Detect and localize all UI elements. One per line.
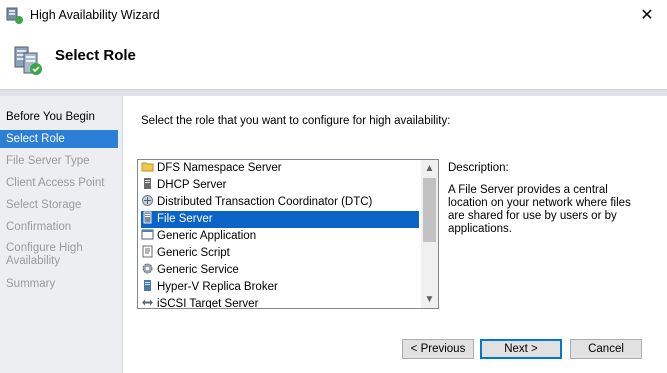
step-before-you-begin[interactable]: Before You Begin xyxy=(0,111,118,124)
close-button[interactable]: ✕ xyxy=(635,4,659,28)
step-configure-high-availability: Configure High Availability xyxy=(6,242,83,267)
window-title: High Availability Wizard xyxy=(30,8,160,22)
server-icon xyxy=(144,280,151,291)
role-label: Hyper-V Replica Broker xyxy=(157,281,278,293)
step-select-storage: Select Storage xyxy=(6,199,82,211)
wizard-steps-sidebar: Before You Begin Select Role File Server… xyxy=(0,96,123,373)
instruction-text: Select the role that you want to configu… xyxy=(141,115,451,127)
step-select-role[interactable]: Select Role xyxy=(0,130,118,148)
scroll-up-icon[interactable]: ▲ xyxy=(421,160,438,177)
title-bar: High Availability Wizard ✕ xyxy=(0,0,667,32)
folder-icon xyxy=(141,162,154,172)
step-summary: Summary xyxy=(6,278,56,290)
application-icon xyxy=(141,229,154,240)
role-label: Generic Script xyxy=(157,247,230,259)
list-item[interactable]: Generic Script xyxy=(141,245,419,262)
step-confirmation: Confirmation xyxy=(6,221,72,233)
scroll-down-icon[interactable]: ▼ xyxy=(421,291,438,308)
wizard-icon xyxy=(6,7,23,24)
next-button[interactable]: Next > xyxy=(480,339,562,359)
list-item[interactable]: File Server xyxy=(141,211,419,228)
list-item[interactable]: Distributed Transaction Coordinator (DTC… xyxy=(141,194,419,211)
scroll-thumb[interactable] xyxy=(423,178,436,242)
wizard-header: Select Role xyxy=(0,32,667,89)
cluster-wizard-icon xyxy=(14,46,42,75)
description-label: Description: xyxy=(448,162,509,174)
iscsi-icon xyxy=(142,299,153,306)
role-label: iSCSI Target Server xyxy=(157,298,259,309)
main-content: Select the role that you want to configu… xyxy=(123,96,667,373)
list-item[interactable]: Generic Service xyxy=(141,262,419,279)
role-label: DHCP Server xyxy=(157,179,227,191)
role-label: Generic Service xyxy=(157,264,239,276)
role-label: File Server xyxy=(157,213,213,225)
step-file-server-type: File Server Type xyxy=(6,155,90,167)
step-client-access-point: Client Access Point xyxy=(6,177,105,189)
role-label: Distributed Transaction Coordinator (DTC… xyxy=(157,196,373,208)
role-label: Generic Application xyxy=(157,230,257,242)
description-text: A File Server provides a central locatio… xyxy=(448,184,631,235)
dhcp-icon xyxy=(144,178,151,189)
listbox-scrollbar[interactable]: ▲ ▼ xyxy=(421,160,438,308)
dtc-icon xyxy=(142,195,153,206)
header-divider xyxy=(0,89,667,96)
page-title: Select Role xyxy=(55,47,136,64)
list-item[interactable]: DFS Namespace Server xyxy=(141,160,419,177)
list-item[interactable]: Hyper-V Replica Broker xyxy=(141,279,419,296)
cancel-button[interactable]: Cancel xyxy=(570,339,642,359)
gear-icon xyxy=(142,263,153,274)
close-icon: ✕ xyxy=(640,7,654,24)
script-icon xyxy=(142,245,153,258)
role-listbox[interactable]: DFS Namespace Server DHCP Server Distrib… xyxy=(137,159,439,309)
file-server-icon xyxy=(143,211,152,224)
list-item[interactable]: iSCSI Target Server xyxy=(141,296,419,309)
list-item[interactable]: DHCP Server xyxy=(141,177,419,194)
previous-button[interactable]: < Previous xyxy=(402,339,474,359)
list-item[interactable]: Generic Application xyxy=(141,228,419,245)
role-label: DFS Namespace Server xyxy=(157,162,282,174)
